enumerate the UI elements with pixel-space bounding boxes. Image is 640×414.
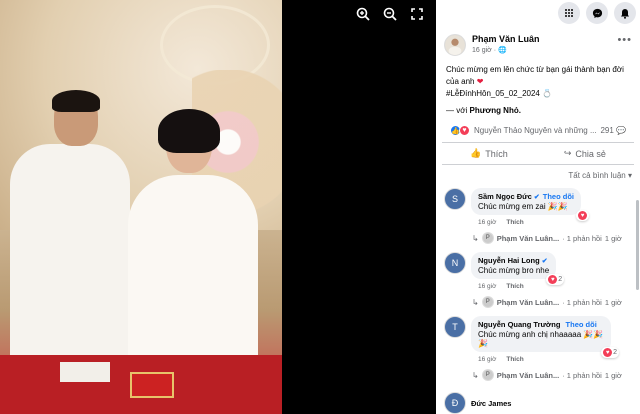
heart-reaction-icon: ♥: [603, 348, 613, 357]
reply-arrow-icon: ↳: [472, 233, 479, 243]
comment-author[interactable]: Sầm Ngọc Đức: [478, 192, 532, 201]
post-author-name[interactable]: Phạm Văn Luân: [472, 34, 540, 44]
comment-like-link[interactable]: Thích: [506, 283, 523, 290]
comment-time: 16 giờ: [478, 283, 497, 290]
tagged-user-link[interactable]: Phương Nhỏ.: [469, 106, 520, 115]
follow-link[interactable]: Theo dõi: [566, 320, 597, 329]
hashtag-link[interactable]: #LễĐínhHôn_05_02_2024: [446, 89, 540, 98]
zoom-out-icon[interactable]: [382, 6, 398, 22]
heart-emoji-icon: ❤: [476, 77, 484, 86]
comment-time: 16 giờ: [478, 219, 497, 226]
follow-link[interactable]: Theo dõi: [543, 192, 574, 201]
messenger-icon[interactable]: [586, 2, 608, 24]
comment-item: T Nguyễn Quang Trường Theo dõi Chúc mừng…: [436, 312, 640, 363]
comment-bubble: Sầm Ngọc Đức ✔ Theo dõi Chúc mừng em zai …: [471, 188, 589, 221]
post-actions: 👍 Thích ↪ Chia sẻ: [442, 143, 634, 165]
reply-arrow-icon: ↳: [472, 370, 479, 380]
zoom-in-icon[interactable]: [355, 6, 371, 22]
reaction-summary[interactable]: 👍 ♥ Nguyễn Thảo Nguyên và những ... 291 …: [442, 115, 634, 143]
comment-bubble: Nguyễn Hai Long ✔ Chúc mừng bro nhe ♥ 2: [471, 252, 565, 285]
like-button[interactable]: 👍 Thích: [470, 148, 508, 159]
comment-author[interactable]: Nguyễn Hai Long: [478, 256, 540, 265]
comment-author[interactable]: Nguyễn Quang Trường: [478, 320, 560, 329]
caption-text: Chúc mừng em lên chức từ bạn gái thành b…: [446, 65, 624, 86]
more-options-icon[interactable]: •••: [617, 34, 632, 46]
top-navbar: [436, 0, 640, 26]
commenter-avatar[interactable]: S: [444, 188, 466, 210]
comment-bubble: Nguyễn Quang Trường Theo dõi Chúc mừng a…: [471, 316, 619, 358]
reply-avatar: P: [481, 296, 494, 308]
comment-text: Chúc mừng anh chị nhaaaaa 🎉🎉🎉: [478, 330, 604, 348]
comment-item: Đ Đức James: [444, 392, 511, 414]
reaction-names: Nguyễn Thảo Nguyên và những ...: [474, 126, 597, 135]
thumb-up-icon: 👍: [470, 148, 482, 158]
heart-reaction-icon: ♥: [578, 211, 587, 220]
reaction-count: 291 💬: [600, 126, 626, 135]
comment-count-icon: 💬: [616, 126, 626, 135]
comment-like-link[interactable]: Thích: [506, 219, 523, 226]
comment-sort-dropdown[interactable]: Tất cả bình luận ▾: [436, 165, 640, 184]
comment-reaction[interactable]: ♥ 2: [601, 347, 619, 358]
post-photo[interactable]: [0, 0, 282, 414]
commenter-avatar[interactable]: Đ: [444, 392, 466, 414]
reply-summary[interactable]: ↳ P Phạm Văn Luân... · 1 phản hồi 1 giờ: [436, 226, 640, 244]
comment-like-link[interactable]: Thích: [506, 356, 523, 363]
reply-summary[interactable]: ↳ P Phạm Văn Luân... · 1 phản hồi 1 giờ: [436, 290, 640, 308]
comment-time: 16 giờ: [478, 356, 497, 363]
post-timestamp[interactable]: 16 giờ · 🌐: [472, 46, 540, 54]
comment-text: Chúc mừng em zai 🎉🎉: [478, 202, 568, 211]
commenter-avatar[interactable]: N: [444, 252, 466, 274]
reply-summary[interactable]: ↳ P Phạm Văn Luân... · 1 phản hồi 1 giờ: [436, 363, 640, 381]
comment-item: S Sầm Ngọc Đức ✔ Theo dõi Chúc mừng em za…: [436, 184, 640, 226]
share-button[interactable]: ↪ Chia sẻ: [564, 148, 606, 159]
post-caption: Chúc mừng em lên chức từ bạn gái thành b…: [436, 56, 640, 100]
heart-reaction-icon: ♥: [548, 275, 558, 284]
verified-badge-icon: ✔: [533, 194, 540, 201]
comment-reaction[interactable]: ♥: [576, 210, 589, 221]
post-side-panel: Phạm Văn Luân 16 giờ · 🌐 ••• Chúc mừng e…: [436, 0, 640, 414]
chevron-down-icon: ▾: [627, 171, 632, 180]
love-reaction-icon: ♥: [459, 125, 470, 136]
share-arrow-icon: ↪: [563, 148, 572, 158]
photo-gift-box: [130, 372, 174, 398]
verified-badge-icon: ✔: [541, 258, 548, 265]
post-header: Phạm Văn Luân 16 giờ · 🌐 •••: [436, 26, 640, 56]
reply-avatar: P: [481, 369, 494, 381]
tagged-with: — với Phương Nhỏ.: [446, 106, 521, 115]
commenter-avatar[interactable]: T: [444, 316, 466, 338]
reply-avatar: P: [481, 232, 494, 244]
reply-arrow-icon: ↳: [472, 297, 479, 307]
scrollbar[interactable]: [636, 200, 639, 290]
comment-item: N Nguyễn Hai Long ✔ Chúc mừng bro nhe ♥ 2…: [436, 248, 640, 290]
author-avatar[interactable]: [444, 34, 466, 56]
fullscreen-icon[interactable]: [409, 6, 425, 22]
notifications-bell-icon[interactable]: [614, 2, 636, 24]
comment-text: Chúc mừng bro nhe: [478, 266, 550, 275]
photo-tray: [60, 362, 110, 382]
comment-author[interactable]: Đức James: [471, 399, 511, 408]
photo-viewer: [0, 0, 436, 414]
globe-icon: 🌐: [498, 47, 507, 54]
menu-grid-icon[interactable]: [558, 2, 580, 24]
comment-reaction[interactable]: ♥ 2: [546, 274, 565, 285]
ring-emoji-icon: 💍: [542, 89, 553, 98]
